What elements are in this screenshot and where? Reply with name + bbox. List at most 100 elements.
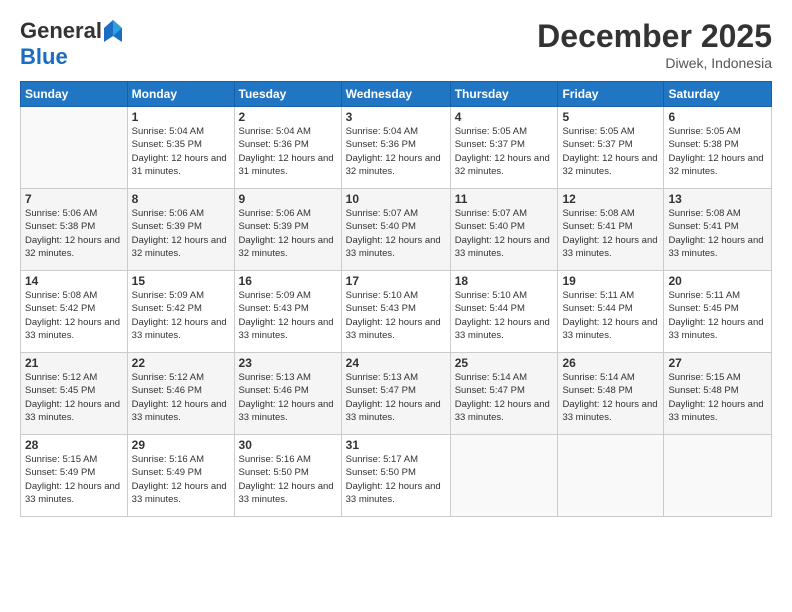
day-info: Sunrise: 5:06 AM Sunset: 5:38 PM Dayligh…: [25, 207, 123, 260]
day-info: Sunrise: 5:16 AM Sunset: 5:49 PM Dayligh…: [132, 453, 230, 506]
header-saturday: Saturday: [664, 82, 772, 107]
table-row: [450, 435, 558, 517]
table-row: 12Sunrise: 5:08 AM Sunset: 5:41 PM Dayli…: [558, 189, 664, 271]
day-info: Sunrise: 5:09 AM Sunset: 5:43 PM Dayligh…: [239, 289, 337, 342]
title-area: December 2025 Diwek, Indonesia: [537, 18, 772, 71]
week-row-1: 7Sunrise: 5:06 AM Sunset: 5:38 PM Daylig…: [21, 189, 772, 271]
header-sunday: Sunday: [21, 82, 128, 107]
day-number: 7: [25, 192, 123, 206]
week-row-4: 28Sunrise: 5:15 AM Sunset: 5:49 PM Dayli…: [21, 435, 772, 517]
day-info: Sunrise: 5:06 AM Sunset: 5:39 PM Dayligh…: [239, 207, 337, 260]
table-row: 18Sunrise: 5:10 AM Sunset: 5:44 PM Dayli…: [450, 271, 558, 353]
day-number: 4: [455, 110, 554, 124]
day-info: Sunrise: 5:04 AM Sunset: 5:36 PM Dayligh…: [239, 125, 337, 178]
logo-blue: Blue: [20, 44, 68, 69]
header-wednesday: Wednesday: [341, 82, 450, 107]
calendar-header-row: Sunday Monday Tuesday Wednesday Thursday…: [21, 82, 772, 107]
day-info: Sunrise: 5:05 AM Sunset: 5:37 PM Dayligh…: [562, 125, 659, 178]
table-row: 26Sunrise: 5:14 AM Sunset: 5:48 PM Dayli…: [558, 353, 664, 435]
table-row: 29Sunrise: 5:16 AM Sunset: 5:49 PM Dayli…: [127, 435, 234, 517]
day-number: 22: [132, 356, 230, 370]
day-info: Sunrise: 5:12 AM Sunset: 5:46 PM Dayligh…: [132, 371, 230, 424]
table-row: 27Sunrise: 5:15 AM Sunset: 5:48 PM Dayli…: [664, 353, 772, 435]
day-info: Sunrise: 5:05 AM Sunset: 5:37 PM Dayligh…: [455, 125, 554, 178]
day-number: 15: [132, 274, 230, 288]
table-row: 5Sunrise: 5:05 AM Sunset: 5:37 PM Daylig…: [558, 107, 664, 189]
day-number: 9: [239, 192, 337, 206]
header-monday: Monday: [127, 82, 234, 107]
week-row-2: 14Sunrise: 5:08 AM Sunset: 5:42 PM Dayli…: [21, 271, 772, 353]
day-number: 5: [562, 110, 659, 124]
table-row: 2Sunrise: 5:04 AM Sunset: 5:36 PM Daylig…: [234, 107, 341, 189]
day-info: Sunrise: 5:08 AM Sunset: 5:42 PM Dayligh…: [25, 289, 123, 342]
page: General Blue December 2025 Diwek, Indone…: [0, 0, 792, 612]
header-friday: Friday: [558, 82, 664, 107]
table-row: 23Sunrise: 5:13 AM Sunset: 5:46 PM Dayli…: [234, 353, 341, 435]
table-row: 9Sunrise: 5:06 AM Sunset: 5:39 PM Daylig…: [234, 189, 341, 271]
day-number: 14: [25, 274, 123, 288]
day-info: Sunrise: 5:09 AM Sunset: 5:42 PM Dayligh…: [132, 289, 230, 342]
day-info: Sunrise: 5:08 AM Sunset: 5:41 PM Dayligh…: [562, 207, 659, 260]
day-number: 13: [668, 192, 767, 206]
header-tuesday: Tuesday: [234, 82, 341, 107]
table-row: 4Sunrise: 5:05 AM Sunset: 5:37 PM Daylig…: [450, 107, 558, 189]
day-info: Sunrise: 5:06 AM Sunset: 5:39 PM Dayligh…: [132, 207, 230, 260]
logo-general: General: [20, 18, 102, 44]
day-info: Sunrise: 5:14 AM Sunset: 5:47 PM Dayligh…: [455, 371, 554, 424]
table-row: 10Sunrise: 5:07 AM Sunset: 5:40 PM Dayli…: [341, 189, 450, 271]
table-row: 8Sunrise: 5:06 AM Sunset: 5:39 PM Daylig…: [127, 189, 234, 271]
week-row-3: 21Sunrise: 5:12 AM Sunset: 5:45 PM Dayli…: [21, 353, 772, 435]
calendar-table: Sunday Monday Tuesday Wednesday Thursday…: [20, 81, 772, 517]
table-row: [21, 107, 128, 189]
day-number: 8: [132, 192, 230, 206]
day-number: 12: [562, 192, 659, 206]
table-row: 7Sunrise: 5:06 AM Sunset: 5:38 PM Daylig…: [21, 189, 128, 271]
day-number: 16: [239, 274, 337, 288]
table-row: 25Sunrise: 5:14 AM Sunset: 5:47 PM Dayli…: [450, 353, 558, 435]
day-number: 11: [455, 192, 554, 206]
day-number: 18: [455, 274, 554, 288]
table-row: 15Sunrise: 5:09 AM Sunset: 5:42 PM Dayli…: [127, 271, 234, 353]
logo-icon: [104, 20, 122, 42]
table-row: 28Sunrise: 5:15 AM Sunset: 5:49 PM Dayli…: [21, 435, 128, 517]
day-info: Sunrise: 5:15 AM Sunset: 5:49 PM Dayligh…: [25, 453, 123, 506]
table-row: 6Sunrise: 5:05 AM Sunset: 5:38 PM Daylig…: [664, 107, 772, 189]
day-number: 3: [346, 110, 446, 124]
day-info: Sunrise: 5:15 AM Sunset: 5:48 PM Dayligh…: [668, 371, 767, 424]
day-number: 25: [455, 356, 554, 370]
day-number: 31: [346, 438, 446, 452]
table-row: 13Sunrise: 5:08 AM Sunset: 5:41 PM Dayli…: [664, 189, 772, 271]
day-info: Sunrise: 5:12 AM Sunset: 5:45 PM Dayligh…: [25, 371, 123, 424]
table-row: 22Sunrise: 5:12 AM Sunset: 5:46 PM Dayli…: [127, 353, 234, 435]
day-info: Sunrise: 5:07 AM Sunset: 5:40 PM Dayligh…: [455, 207, 554, 260]
day-number: 24: [346, 356, 446, 370]
table-row: 30Sunrise: 5:16 AM Sunset: 5:50 PM Dayli…: [234, 435, 341, 517]
day-info: Sunrise: 5:04 AM Sunset: 5:35 PM Dayligh…: [132, 125, 230, 178]
table-row: 14Sunrise: 5:08 AM Sunset: 5:42 PM Dayli…: [21, 271, 128, 353]
day-number: 21: [25, 356, 123, 370]
table-row: [664, 435, 772, 517]
day-info: Sunrise: 5:08 AM Sunset: 5:41 PM Dayligh…: [668, 207, 767, 260]
day-number: 19: [562, 274, 659, 288]
day-number: 20: [668, 274, 767, 288]
day-info: Sunrise: 5:11 AM Sunset: 5:44 PM Dayligh…: [562, 289, 659, 342]
day-info: Sunrise: 5:07 AM Sunset: 5:40 PM Dayligh…: [346, 207, 446, 260]
header: General Blue December 2025 Diwek, Indone…: [20, 18, 772, 71]
day-info: Sunrise: 5:05 AM Sunset: 5:38 PM Dayligh…: [668, 125, 767, 178]
table-row: 24Sunrise: 5:13 AM Sunset: 5:47 PM Dayli…: [341, 353, 450, 435]
day-info: Sunrise: 5:17 AM Sunset: 5:50 PM Dayligh…: [346, 453, 446, 506]
day-info: Sunrise: 5:11 AM Sunset: 5:45 PM Dayligh…: [668, 289, 767, 342]
day-info: Sunrise: 5:10 AM Sunset: 5:44 PM Dayligh…: [455, 289, 554, 342]
table-row: 16Sunrise: 5:09 AM Sunset: 5:43 PM Dayli…: [234, 271, 341, 353]
day-number: 10: [346, 192, 446, 206]
month-title: December 2025: [537, 18, 772, 55]
day-info: Sunrise: 5:10 AM Sunset: 5:43 PM Dayligh…: [346, 289, 446, 342]
day-number: 2: [239, 110, 337, 124]
day-number: 17: [346, 274, 446, 288]
table-row: [558, 435, 664, 517]
day-number: 27: [668, 356, 767, 370]
week-row-0: 1Sunrise: 5:04 AM Sunset: 5:35 PM Daylig…: [21, 107, 772, 189]
table-row: 19Sunrise: 5:11 AM Sunset: 5:44 PM Dayli…: [558, 271, 664, 353]
day-number: 29: [132, 438, 230, 452]
day-info: Sunrise: 5:14 AM Sunset: 5:48 PM Dayligh…: [562, 371, 659, 424]
